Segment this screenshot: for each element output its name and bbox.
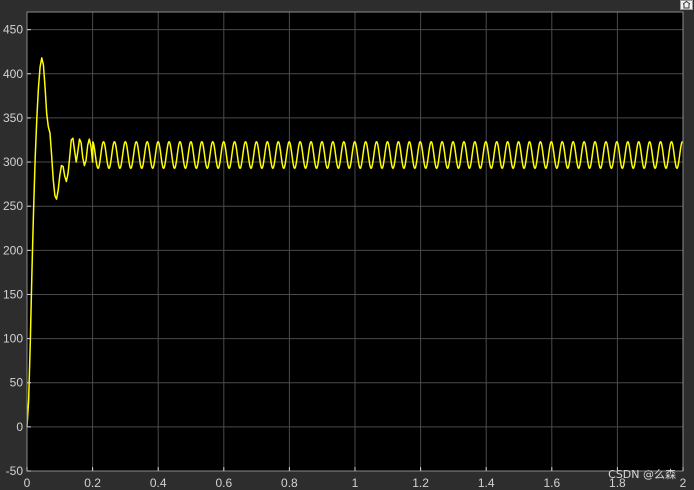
y-tick-label: 350 bbox=[3, 111, 23, 125]
x-tick-label: 1 bbox=[352, 476, 359, 490]
y-tick-label: 0 bbox=[16, 420, 23, 434]
x-tick-label: 1.4 bbox=[478, 476, 495, 490]
x-tick-label: 0.2 bbox=[84, 476, 101, 490]
scope-window: 0 0.2 0.4 0.6 0.8 1 1.2 1.4 1.6 1.8 2 -50 0 50 100 150 2… bbox=[0, 0, 694, 490]
x-tick-label: 0.4 bbox=[150, 476, 167, 490]
y-tick-label: 300 bbox=[3, 155, 23, 169]
x-tick-label: 0 bbox=[24, 476, 31, 490]
y-tick-label: 200 bbox=[3, 243, 23, 257]
y-tick-label: -50 bbox=[6, 464, 24, 478]
x-tick-label: 2 bbox=[680, 476, 687, 490]
y-tick-label: 400 bbox=[3, 67, 23, 81]
y-tick-label: 50 bbox=[10, 376, 24, 390]
y-tick-label: 100 bbox=[3, 332, 23, 346]
x-tick-label: 1.6 bbox=[543, 476, 560, 490]
watermark: CSDN @么森 bbox=[608, 467, 676, 481]
x-tick-label: 0.6 bbox=[215, 476, 232, 490]
x-tick-label: 0.8 bbox=[281, 476, 298, 490]
x-tick-label: 1.2 bbox=[412, 476, 429, 490]
restore-icon bbox=[682, 1, 691, 9]
chart: 0 0.2 0.4 0.6 0.8 1 1.2 1.4 1.6 1.8 2-500501001502… bbox=[3, 11, 687, 490]
y-tick-label: 250 bbox=[3, 199, 23, 213]
restore-button[interactable] bbox=[680, 0, 693, 10]
y-tick-label: 150 bbox=[3, 287, 23, 301]
y-tick-label: 450 bbox=[3, 23, 23, 37]
